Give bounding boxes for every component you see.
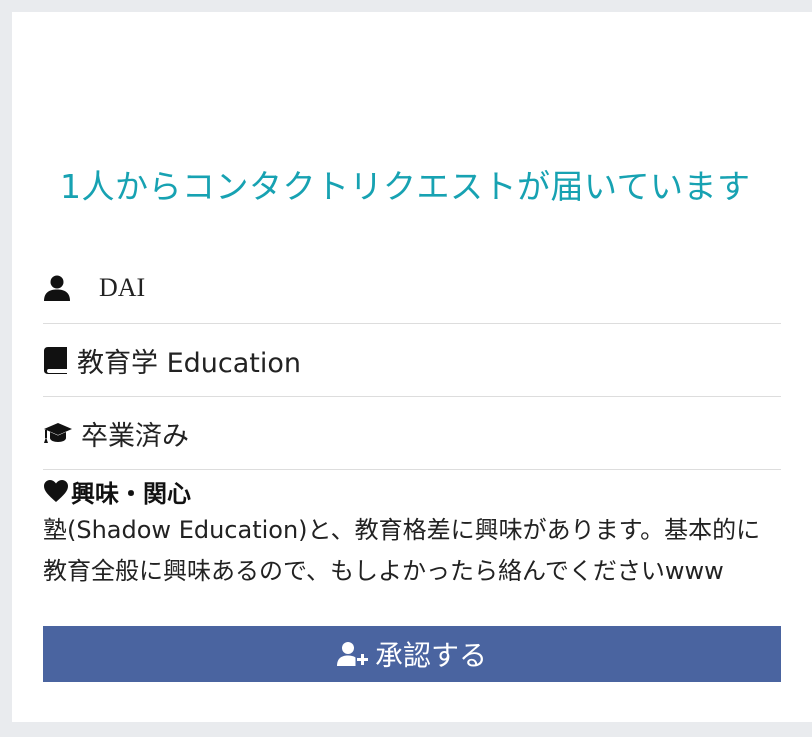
user-icon [43,274,71,302]
profile-name: DAI [99,272,146,302]
book-icon [43,346,69,374]
user-plus-icon [336,641,369,667]
profile-status: 卒業済み [81,420,189,452]
approve-label: 承認する [374,639,487,672]
request-title: 1人からコンタクトリクエストが届いています [60,167,751,206]
interest-section: 興味・関心 塾(Shadow Education)と、教育格差に興味があります。… [43,472,781,592]
contact-request-card: 1人からコンタクトリクエストが届いています DAI 教育学 Education [12,12,812,722]
profile-major-row: 教育学 Education [43,324,781,397]
heart-icon [43,479,69,503]
interest-text: 塾(Shadow Education)と、教育格差に興味があります。基本的に教育… [43,516,761,585]
profile-status-row: 卒業済み [43,397,781,470]
interest-label: 興味・関心 [71,479,191,508]
approve-button[interactable]: 承認する [43,626,781,682]
graduation-cap-icon [43,421,73,445]
profile-name-row: DAI [43,252,781,324]
profile-major: 教育学 Education [77,347,302,379]
interest-header: 興味・関心 [43,472,781,510]
